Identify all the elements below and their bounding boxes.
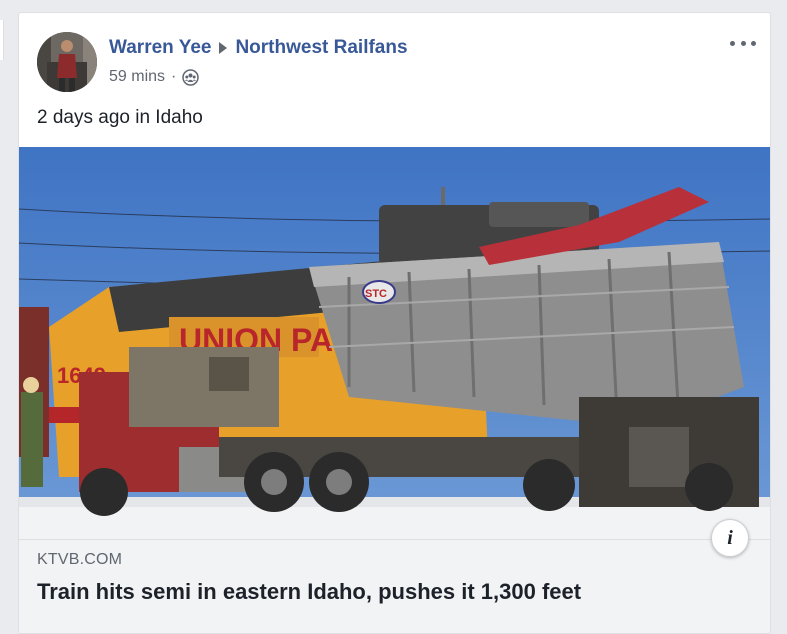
post-meta: 59 mins · — [109, 68, 200, 86]
meta-separator: · — [171, 68, 177, 85]
info-icon[interactable]: i — [711, 519, 749, 557]
post-timestamp[interactable]: 59 mins — [109, 68, 165, 86]
post-header-names: Warren Yee Northwest Railfans — [109, 37, 408, 59]
post-message: 2 days ago in Idaho — [37, 107, 203, 128]
more-dot-icon — [730, 40, 735, 46]
author-name-link[interactable]: Warren Yee — [109, 37, 211, 59]
train-collision-photo: UNION PAC 1649 STC — [19, 147, 770, 539]
more-dot-icon — [740, 40, 746, 46]
group-icon[interactable] — [182, 68, 200, 86]
more-options-button[interactable] — [730, 35, 756, 51]
link-domain: KTVB.COM — [37, 551, 123, 568]
feed-post: Warren Yee Northwest Railfans 59 mins · … — [18, 12, 771, 634]
trailer-emblem: STC — [365, 288, 387, 300]
avatar-photo — [37, 32, 97, 92]
author-avatar[interactable] — [37, 32, 97, 92]
link-title[interactable]: Train hits semi in eastern Idaho, pushes… — [37, 579, 581, 605]
group-name-link[interactable]: Northwest Railfans — [235, 37, 407, 59]
link-preview[interactable]: KTVB.COM Train hits semi in eastern Idah… — [19, 539, 770, 633]
share-arrow-icon — [219, 42, 228, 54]
adjacent-panel-edge — [0, 20, 4, 60]
link-preview-image[interactable]: UNION PAC 1649 STC — [19, 147, 770, 539]
more-dot-icon — [751, 40, 756, 46]
